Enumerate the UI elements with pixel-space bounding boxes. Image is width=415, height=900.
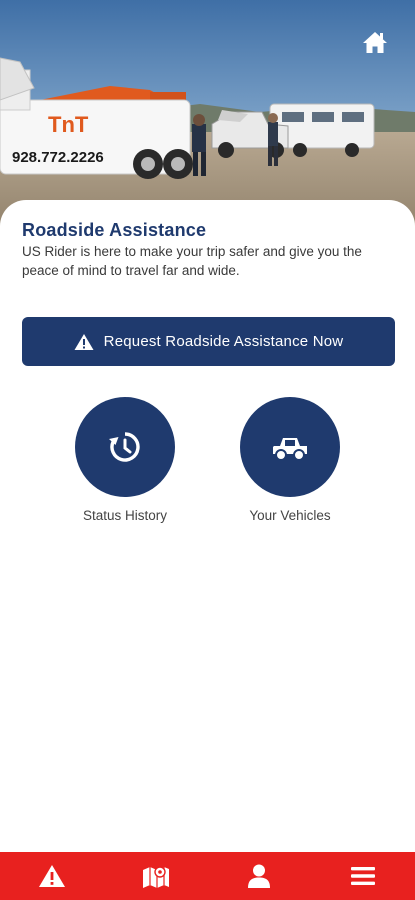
your-vehicles-button[interactable]: Your Vehicles bbox=[225, 397, 355, 523]
truck-icon bbox=[273, 438, 307, 461]
nav-item-map[interactable] bbox=[126, 852, 186, 900]
your-vehicles-circle[interactable] bbox=[240, 397, 340, 497]
warning-icon bbox=[74, 333, 94, 350]
warning-icon bbox=[38, 865, 65, 887]
truck-brand-text: TnT bbox=[48, 112, 89, 137]
map-icon bbox=[142, 866, 169, 888]
truck-phone-text: 928.772.2226 bbox=[12, 149, 104, 166]
menu-icon bbox=[351, 867, 376, 885]
status-history-label: Status History bbox=[82, 508, 168, 523]
status-history-button[interactable]: Status History bbox=[60, 397, 190, 523]
nav-item-menu[interactable] bbox=[333, 852, 393, 900]
content-card: Roadside Assistance US Rider is here to … bbox=[0, 200, 415, 852]
request-assistance-button[interactable]: Request Roadside Assistance Now bbox=[22, 317, 395, 366]
bottom-navigation bbox=[0, 852, 415, 900]
history-icon bbox=[109, 432, 140, 462]
request-assistance-label: Request Roadside Assistance Now bbox=[103, 333, 344, 350]
status-history-circle[interactable] bbox=[75, 397, 175, 497]
home-icon bbox=[363, 32, 387, 53]
home-button[interactable] bbox=[361, 28, 389, 56]
your-vehicles-label: Your Vehicles bbox=[249, 508, 331, 523]
nav-item-profile[interactable] bbox=[229, 852, 289, 900]
page-title: Roadside Assistance bbox=[22, 220, 207, 240]
nav-item-assistance[interactable] bbox=[22, 852, 82, 900]
page-subtitle: US Rider is here to make your trip safer… bbox=[22, 244, 362, 278]
user-icon bbox=[248, 864, 271, 888]
roadside-assistance-screen: TnT 928.772.2226 Roadside Assistance US … bbox=[0, 0, 415, 900]
